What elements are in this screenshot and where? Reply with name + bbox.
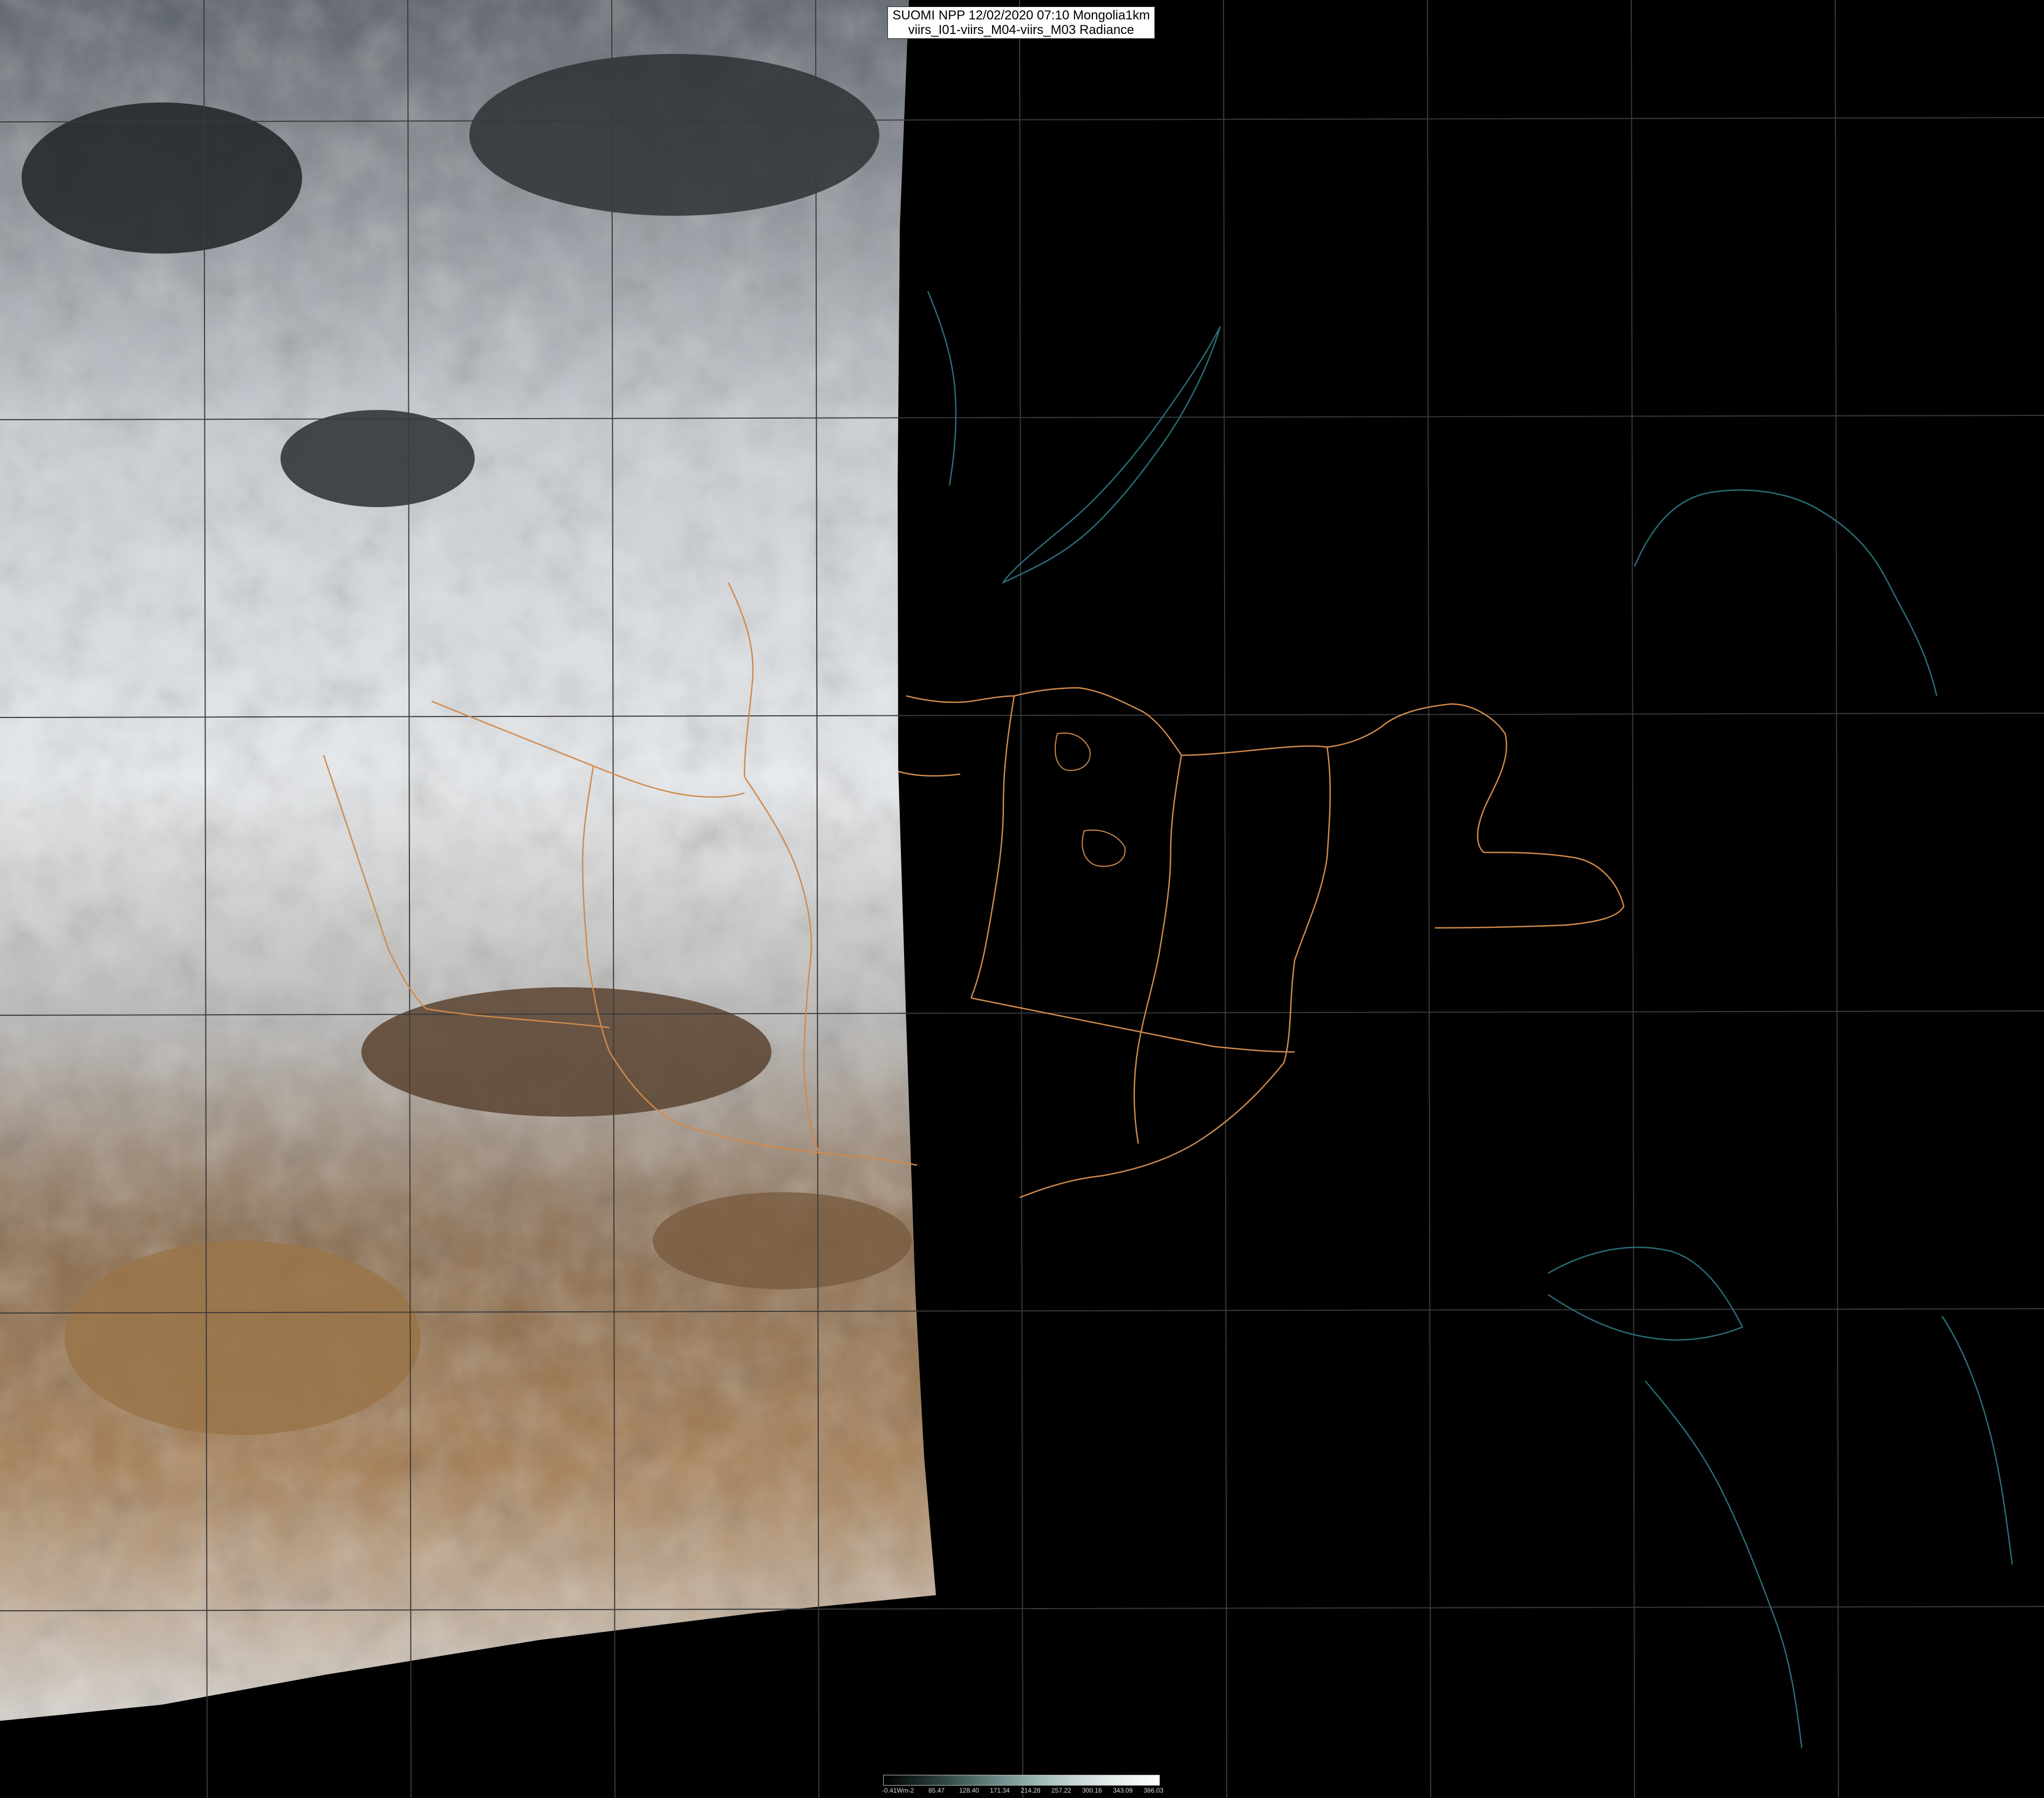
colorbar-tick-label: -0.41Wm-2 (882, 1787, 914, 1794)
satellite-map: SUOMI NPP 12/02/2020 07:10 Mongolia1km v… (0, 0, 2044, 1798)
colorbar-tick-label: 300.16 (1082, 1787, 1102, 1794)
colorbar-tick-label: 386.03 (1144, 1787, 1164, 1794)
map-title-box: SUOMI NPP 12/02/2020 07:10 Mongolia1km v… (887, 6, 1155, 39)
title-line-1: SUOMI NPP 12/02/2020 07:10 Mongolia1km (892, 8, 1150, 23)
colorbar-tick-labels: -0.41Wm-2 85.47 128.40 171.34 214.28 257… (882, 1787, 1164, 1795)
colorbar-tick-label: 85.47 (928, 1787, 945, 1794)
title-line-2: viirs_I01-viirs_M04-viirs_M03 Radiance (908, 23, 1134, 37)
colorbar-tick-label: 128.40 (959, 1787, 979, 1794)
colorbar-tick-label: 214.28 (1021, 1787, 1041, 1794)
colorbar-tick-label: 257.22 (1051, 1787, 1071, 1794)
colorbar-tick-label: 343.09 (1113, 1787, 1133, 1794)
swath-texture (0, 0, 936, 1721)
lakes (1055, 732, 1126, 867)
satellite-map-canvas (0, 0, 2044, 1798)
colorbar-tick-label: 171.34 (990, 1787, 1010, 1794)
coastlines (927, 291, 2013, 1748)
colorbar (883, 1775, 1160, 1786)
